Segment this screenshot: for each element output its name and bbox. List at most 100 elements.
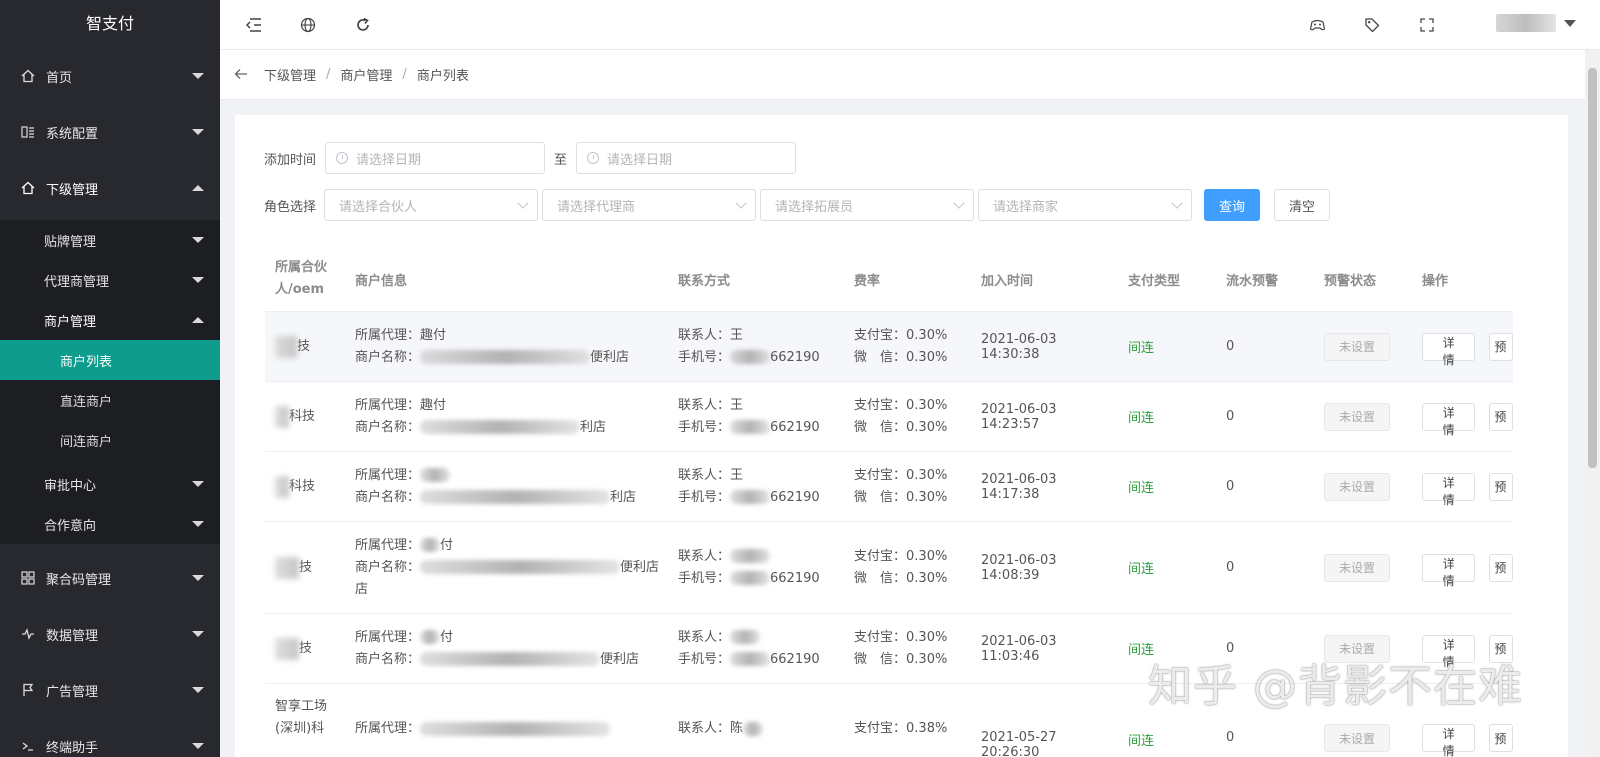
avatar <box>1496 14 1556 32</box>
warning-button[interactable]: 预 <box>1489 724 1513 752</box>
agent-line: 所属代理：付 <box>355 537 454 553</box>
phone-line: 手机号： 662190 <box>678 570 820 586</box>
start-date-input[interactable]: 请选择日期 <box>325 142 546 174</box>
clear-button[interactable]: 清空 <box>1274 189 1331 221</box>
detail-button[interactable]: 详情 <box>1422 402 1476 437</box>
sidebar-item-approval[interactable]: 审批中心 <box>0 464 220 504</box>
globe-icon[interactable] <box>298 15 318 35</box>
sidebar-item-merchant-list[interactable]: 商户列表 <box>0 340 220 380</box>
redacted-block <box>420 350 591 364</box>
partner-select[interactable]: 请选择合伙人 <box>324 189 539 221</box>
end-date-input[interactable]: 请选择日期 <box>576 142 797 174</box>
redacted-block <box>420 538 441 552</box>
join-time: 2021-06-03 14:17:38 <box>981 471 1057 502</box>
sidebar-item-cooperation[interactable]: 合作意向 <box>0 504 220 544</box>
warning-button[interactable]: 预 <box>1489 332 1513 361</box>
merchant-name-line: 商户名称： 便利店 <box>355 651 640 667</box>
column-header-actions: 操作 <box>1422 273 1449 289</box>
pay-type: 间连 <box>1128 411 1155 426</box>
sidebar-item-agents[interactable]: 代理商管理 <box>0 260 220 300</box>
detail-button[interactable]: 详情 <box>1422 553 1476 588</box>
sidebar-item-subordinates[interactable]: 下级管理 <box>0 160 220 216</box>
partner-name: 技 <box>299 560 313 576</box>
role-filter-row: 角色选择 请选择合伙人 请选择代理商 请选择拓展员 请选择商家 查询 清空 <box>264 189 1331 221</box>
apps-icon <box>20 570 36 586</box>
wechat-rate: 微 信：0.30% <box>854 570 948 586</box>
detail-button[interactable]: 详情 <box>1422 332 1476 367</box>
alipay-rate: 支付宝：0.30% <box>854 467 948 483</box>
fullscreen-icon[interactable] <box>1417 15 1437 35</box>
expander-select[interactable]: 请选择拓展员 <box>760 189 975 221</box>
column-header-rate: 费率 <box>854 273 881 289</box>
table-row[interactable]: 科技 所属代理： 商户名称： 利店 联系人：王 手机号： 662190 支付宝：0.… <box>265 452 1513 522</box>
redacted-block <box>730 652 771 666</box>
date-filter-label: 添加时间 <box>264 152 317 168</box>
detail-button[interactable]: 详情 <box>1422 472 1476 507</box>
merchant-select[interactable]: 请选择商家 <box>978 189 1193 221</box>
redacted-block <box>730 549 771 563</box>
breadcrumb-item[interactable]: 商户管理 <box>340 65 392 84</box>
merchant-name-line: 商户名称： 利店 <box>355 489 637 505</box>
agent-line: 所属代理：趣付 <box>355 397 447 413</box>
redacted-block <box>275 637 299 660</box>
redacted-block <box>730 350 771 364</box>
warning-button[interactable]: 预 <box>1489 472 1513 501</box>
partner-name: 技 <box>299 641 313 657</box>
detail-button[interactable]: 详情 <box>1422 724 1476 757</box>
sidebar: 智支付 首页 系统配置 下级管理 贴牌管理 代理商管理 商户管理 商户列表 直连… <box>0 0 220 757</box>
refresh-icon[interactable] <box>353 15 373 35</box>
contact-line: 联系人： <box>678 546 844 568</box>
caret-up-icon <box>192 317 204 323</box>
top-bar <box>220 0 1600 50</box>
wechat-rate: 微 信：0.30% <box>854 419 948 435</box>
phone-line: 手机号： 662190 <box>678 489 820 505</box>
redacted-block <box>420 630 441 644</box>
partner-name: 科技 <box>289 479 316 495</box>
alipay-rate: 支付宝：0.30% <box>854 397 948 413</box>
agent-line: 所属代理： <box>355 718 668 740</box>
sidebar-item-merchants[interactable]: 商户管理 <box>0 300 220 340</box>
sidebar-item-tiepai[interactable]: 贴牌管理 <box>0 220 220 260</box>
palette-icon[interactable] <box>1307 15 1327 35</box>
agent-line: 所属代理： <box>355 465 668 487</box>
sidebar-item-system[interactable]: 系统配置 <box>0 104 220 160</box>
contact-line: 联系人：陈 <box>678 718 844 740</box>
redacted-block <box>730 420 771 434</box>
back-arrow-icon[interactable] <box>234 65 248 84</box>
collapse-menu-icon[interactable] <box>244 15 264 35</box>
table-row[interactable]: 科技 所属代理：趣付 商户名称： 利店 联系人：王 手机号： 662190 支付宝：… <box>265 382 1513 452</box>
sidebar-item-data[interactable]: 数据管理 <box>0 606 220 662</box>
query-button[interactable]: 查询 <box>1204 189 1261 221</box>
flow-warning-value: 0 <box>1226 339 1235 354</box>
chevron-down-icon <box>953 197 965 209</box>
agent-line: 所属代理：趣付 <box>355 327 447 343</box>
vertical-scrollbar[interactable] <box>1585 50 1600 757</box>
breadcrumb-bar: 下级管理 / 商户管理 / 商户列表 <box>220 50 1585 100</box>
scrollbar-thumb[interactable] <box>1588 68 1597 468</box>
agent-line: 所属代理：付 <box>355 629 454 645</box>
redacted-block <box>420 468 451 482</box>
sidebar-item-ads[interactable]: 广告管理 <box>0 662 220 718</box>
sidebar-item-indirect-merchants[interactable]: 间连商户 <box>0 420 220 460</box>
clock-icon <box>587 152 600 164</box>
column-header-warning-status: 预警状态 <box>1324 273 1377 289</box>
tag-icon[interactable] <box>1362 15 1382 35</box>
table-row[interactable]: 技 所属代理：趣付 商户名称： 便利店 联系人：王 手机号： 662190 支付宝：… <box>265 312 1513 382</box>
agent-select[interactable]: 请选择代理商 <box>542 189 757 221</box>
caret-down-icon <box>192 129 204 135</box>
warning-button[interactable]: 预 <box>1489 402 1513 431</box>
partner-name: 技 <box>297 339 311 355</box>
wechat-rate: 微 信：0.30% <box>854 489 948 505</box>
table-header: 所属合伙人/oem 商户信息 联系方式 费率 加入时间 支付类型 流水预警 预警… <box>265 247 1513 312</box>
breadcrumb-item[interactable]: 下级管理 <box>264 65 316 84</box>
warning-button[interactable]: 预 <box>1489 553 1513 582</box>
sidebar-item-home[interactable]: 首页 <box>0 48 220 104</box>
caret-down-icon <box>192 237 204 243</box>
table-row[interactable]: 技 所属代理：付 商户名称： 便利店 店 联系人： 手机号： 662190 支付宝：… <box>265 522 1513 614</box>
redacted-block <box>743 721 764 736</box>
user-menu[interactable] <box>1496 14 1576 32</box>
sidebar-item-terminal[interactable]: 终端助手 <box>0 718 220 757</box>
sidebar-item-direct-merchants[interactable]: 直连商户 <box>0 380 220 420</box>
sidebar-item-qrcode[interactable]: 聚合码管理 <box>0 550 220 606</box>
redacted-block <box>420 721 611 736</box>
